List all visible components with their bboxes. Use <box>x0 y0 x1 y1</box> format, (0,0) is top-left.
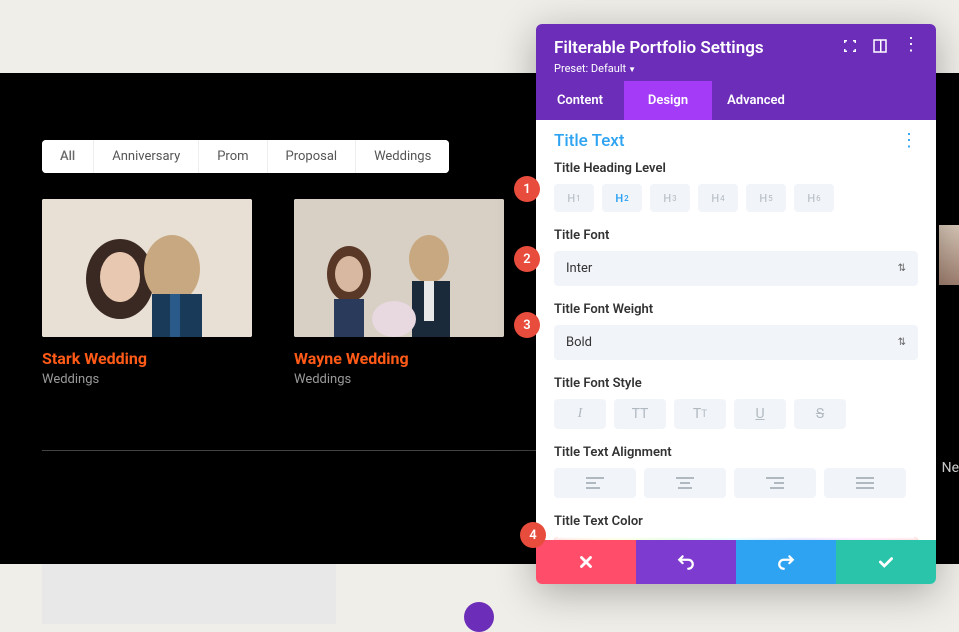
uppercase-button[interactable]: TT <box>614 399 666 429</box>
font-label: Title Font <box>554 228 918 243</box>
weight-value: Bold <box>566 335 592 350</box>
filter-prom[interactable]: Prom <box>199 140 267 173</box>
filter-bar: All Anniversary Prom Proposal Weddings <box>42 140 449 173</box>
settings-panel: Filterable Portfolio Settings Preset: De… <box>536 24 936 584</box>
align-left-button[interactable] <box>554 468 636 498</box>
color-label: Title Text Color <box>554 514 918 529</box>
smallcaps-button[interactable]: TT <box>674 399 726 429</box>
weight-select[interactable]: Bold ⇅ <box>554 325 918 360</box>
heading-h2[interactable]: H2 <box>602 184 642 212</box>
card-thumbnail <box>42 199 252 337</box>
annotation-badge-2: 2 <box>514 246 540 272</box>
caret-down-icon: ▼ <box>628 65 636 74</box>
redo-button[interactable] <box>736 540 836 584</box>
card-title: Wayne Wedding <box>294 349 504 368</box>
filter-proposal[interactable]: Proposal <box>268 140 357 173</box>
card-category: Weddings <box>294 372 504 387</box>
align-center-button[interactable] <box>644 468 726 498</box>
filter-weddings[interactable]: Weddings <box>356 140 449 173</box>
next-link-fragment[interactable]: Ne <box>942 460 959 476</box>
annotation-badge-3: 3 <box>514 312 540 338</box>
weight-label: Title Font Weight <box>554 302 918 317</box>
portfolio-card[interactable]: Wayne Wedding Weddings <box>294 199 504 387</box>
card-title: Stark Wedding <box>42 349 252 368</box>
select-caret-icon: ⇅ <box>898 337 906 348</box>
undo-button[interactable] <box>636 540 736 584</box>
panel-body: Title Text ⋮ Title Heading Level H1 H2 H… <box>536 120 936 584</box>
tab-content[interactable]: Content <box>536 81 624 120</box>
style-label: Title Font Style <box>554 376 918 391</box>
italic-button[interactable]: I <box>554 399 606 429</box>
tab-advanced[interactable]: Advanced <box>712 81 800 120</box>
image-sliver <box>939 225 959 285</box>
annotation-badge-1: 1 <box>514 176 540 202</box>
underline-button[interactable]: U <box>734 399 786 429</box>
strikethrough-button[interactable]: S <box>794 399 846 429</box>
heading-level-label: Title Heading Level <box>554 161 918 176</box>
card-thumbnail <box>294 199 504 337</box>
heading-level-group: H1 H2 H3 H4 H5 H6 <box>554 184 918 212</box>
select-caret-icon: ⇅ <box>898 263 906 274</box>
heading-h4[interactable]: H4 <box>698 184 738 212</box>
expand-icon[interactable] <box>842 38 858 54</box>
panel-title: Filterable Portfolio Settings <box>554 38 764 58</box>
font-select[interactable]: Inter ⇅ <box>554 251 918 286</box>
save-button[interactable] <box>836 540 936 584</box>
portfolio-card[interactable]: Stark Wedding Weddings <box>42 199 252 387</box>
annotation-badge-4: 4 <box>520 522 546 548</box>
tab-design[interactable]: Design <box>624 81 712 120</box>
discard-button[interactable] <box>536 540 636 584</box>
section-kebab-icon[interactable]: ⋮ <box>900 130 918 151</box>
font-value: Inter <box>566 261 592 276</box>
alignment-group <box>554 468 918 498</box>
section-title[interactable]: Title Text <box>554 131 625 151</box>
align-right-button[interactable] <box>734 468 816 498</box>
panel-action-bar <box>536 540 936 584</box>
heading-h1[interactable]: H1 <box>554 184 594 212</box>
heading-h3[interactable]: H3 <box>650 184 690 212</box>
panel-header[interactable]: Filterable Portfolio Settings Preset: De… <box>536 24 936 81</box>
filter-all[interactable]: All <box>42 140 94 173</box>
alignment-label: Title Text Alignment <box>554 445 918 460</box>
align-justify-button[interactable] <box>824 468 906 498</box>
heading-h6[interactable]: H6 <box>794 184 834 212</box>
panel-tabs: Content Design Advanced <box>536 81 936 120</box>
heading-h5[interactable]: H5 <box>746 184 786 212</box>
thumbnail-placeholder <box>42 564 336 624</box>
preset-selector[interactable]: Preset: Default▼ <box>554 62 764 75</box>
snap-icon[interactable] <box>872 38 888 54</box>
filter-anniversary[interactable]: Anniversary <box>94 140 199 173</box>
floating-action-dot[interactable] <box>464 602 494 632</box>
kebab-menu-icon[interactable]: ⋮ <box>902 38 918 54</box>
style-group: I TT TT U S <box>554 399 918 429</box>
card-category: Weddings <box>42 372 252 387</box>
